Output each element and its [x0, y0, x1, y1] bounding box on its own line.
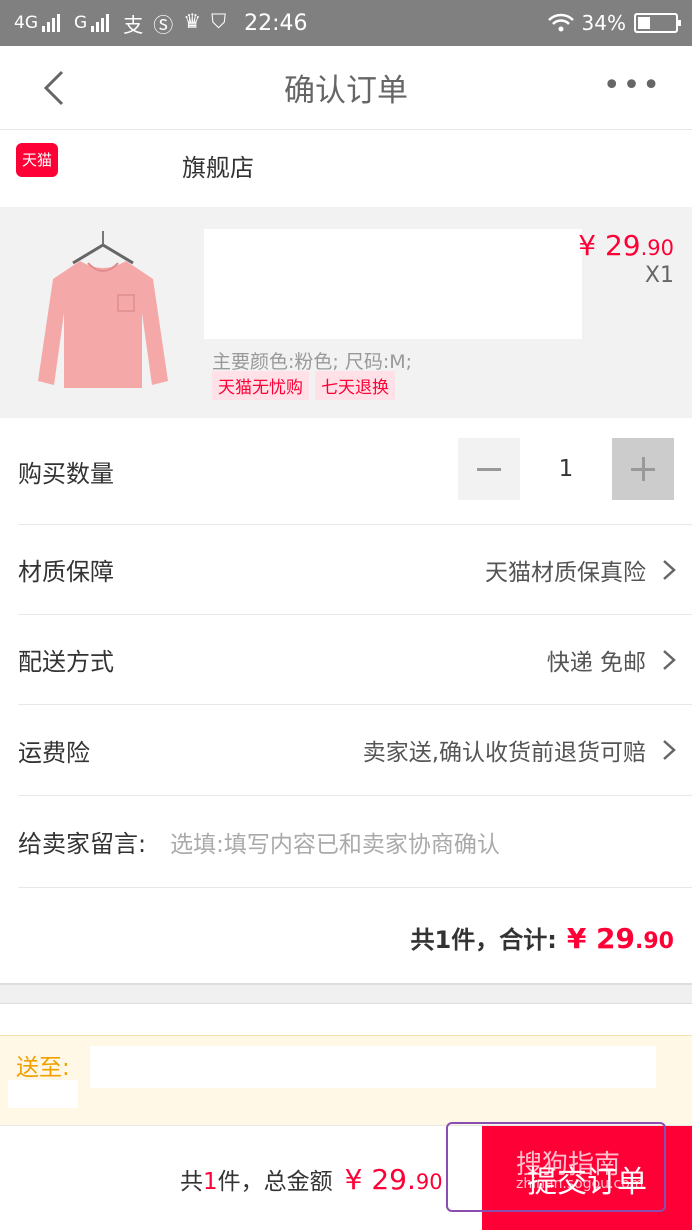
service-tag: 天猫无忧购: [212, 371, 309, 400]
message-input[interactable]: 选填:填写内容已和卖家协商确认: [170, 825, 500, 859]
quantity-value[interactable]: 1: [520, 456, 612, 482]
total-summary: 共1件，总金额 ¥ 29.90: [180, 1163, 443, 1196]
summary-amount: ¥ 29.90: [566, 922, 674, 955]
total-amount: ¥ 29.90: [344, 1163, 443, 1196]
signal-4g: 4G: [14, 13, 60, 33]
notification-icons: 支 Ⓢ ♛ ⛉: [123, 9, 226, 38]
product-quantity: X1: [644, 263, 674, 288]
freight-insurance-row[interactable]: 运费险 卖家送,确认收货前退货可赔: [18, 705, 692, 796]
signal-g: G: [74, 13, 110, 33]
delivery-label: 配送方式: [18, 648, 114, 676]
message-label: 给卖家留言:: [18, 830, 147, 858]
sogou-watermark: 搜狗指南 zhinan.sogou.com: [516, 1150, 644, 1192]
chevron-left-icon: [43, 70, 64, 106]
freight-label: 运费险: [18, 738, 90, 767]
product-price: ¥ 29.90: [578, 229, 674, 262]
more-menu-button[interactable]: •••: [603, 71, 662, 101]
alipay-icon: 支: [123, 12, 144, 37]
status-bar: 4G G 支 Ⓢ ♛ ⛉ 22:46 34%: [0, 0, 692, 46]
delivery-address-bar[interactable]: 送至:: [0, 1035, 692, 1125]
material-label: 材质保障: [18, 558, 114, 586]
chevron-right-icon: [663, 649, 676, 670]
battery-percent: 34%: [581, 11, 626, 35]
product-tags: 天猫无忧购 七天退换: [212, 371, 395, 400]
shop-name: 旗舰店: [182, 154, 254, 182]
delivery-row[interactable]: 配送方式 快递 免邮: [18, 615, 692, 705]
material-value: 天猫材质保真险: [485, 559, 646, 586]
quantity-label: 购买数量: [18, 459, 114, 488]
clock: 22:46: [244, 10, 308, 36]
wifi-icon: [547, 13, 574, 32]
back-button[interactable]: [34, 68, 74, 108]
chevron-right-icon: [663, 740, 676, 760]
product-card[interactable]: ¥ 29.90 X1 主要颜色:粉色; 尺码:M; 天猫无忧购 七天退换: [0, 207, 692, 418]
address-redacted-2: [8, 1080, 78, 1108]
freight-value: 卖家送,确认收货前退货可赔: [362, 740, 646, 766]
product-spec: 主要颜色:粉色; 尺码:M;: [212, 351, 413, 373]
chevron-right-icon: [663, 559, 676, 580]
product-title-redacted: [204, 229, 582, 339]
delivery-value: 快递 免邮: [546, 649, 646, 676]
order-options: 购买数量 1 材质保障 天猫材质保真险 配送方式 快递 免邮 运费险 卖家送,确…: [0, 418, 692, 985]
shield-icon: ⛉: [211, 8, 227, 33]
decrease-button[interactable]: [458, 438, 520, 500]
increase-button[interactable]: [612, 438, 674, 500]
nav-bar: 确认订单 •••: [0, 46, 692, 130]
section-spacer: [0, 1003, 692, 1035]
address-redacted: [90, 1046, 656, 1088]
product-image: [38, 231, 168, 388]
s-app-icon: Ⓢ: [153, 12, 174, 37]
tmall-logo-icon: 天猫: [16, 143, 58, 177]
signal-bars-icon: [91, 14, 110, 32]
address-label: 送至:: [16, 1055, 70, 1081]
seller-message-row: 给卖家留言: 选填:填写内容已和卖家协商确认: [18, 796, 692, 888]
material-row[interactable]: 材质保障 天猫材质保真险: [18, 525, 692, 615]
crown-icon: ♛: [183, 8, 202, 33]
quantity-stepper: 1: [458, 438, 674, 500]
signal-bars-icon: [42, 14, 60, 32]
page-title: 确认订单: [284, 73, 408, 109]
shop-header[interactable]: 天猫 旗舰店: [0, 130, 692, 207]
order-summary: 共1件，合计: ¥ 29.90: [410, 922, 674, 955]
service-tag: 七天退换: [315, 371, 395, 400]
battery-icon: [634, 13, 681, 33]
